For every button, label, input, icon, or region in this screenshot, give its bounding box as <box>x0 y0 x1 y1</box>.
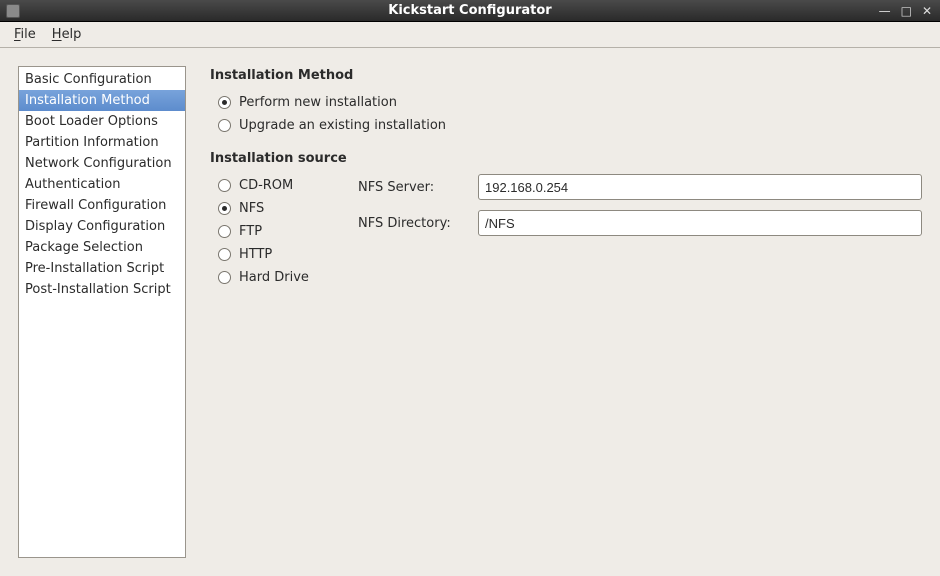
maximize-button[interactable]: □ <box>901 4 912 18</box>
sidebar-item-display-configuration[interactable]: Display Configuration <box>19 216 185 237</box>
radio-new-install[interactable] <box>218 96 231 109</box>
nfs-directory-label: NFS Directory: <box>358 216 468 231</box>
radio-row-http[interactable]: HTTP <box>218 243 328 266</box>
menu-help[interactable]: Help <box>46 25 88 44</box>
section-installation-method-title: Installation Method <box>210 68 922 83</box>
radio-upgrade-label: Upgrade an existing installation <box>239 118 446 133</box>
radio-ftp[interactable] <box>218 225 231 238</box>
sidebar-item-post-installation-script[interactable]: Post-Installation Script <box>19 279 185 300</box>
radio-row-cdrom[interactable]: CD-ROM <box>218 174 328 197</box>
radio-row-new-install[interactable]: Perform new installation <box>210 91 922 114</box>
section-installation-source-title: Installation source <box>210 151 922 166</box>
radio-row-upgrade[interactable]: Upgrade an existing installation <box>210 114 922 137</box>
sidebar-item-authentication[interactable]: Authentication <box>19 174 185 195</box>
nfs-server-label: NFS Server: <box>358 180 468 195</box>
radio-row-nfs[interactable]: NFS <box>218 197 328 220</box>
main-panel: Installation Method Perform new installa… <box>210 66 922 558</box>
window-title: Kickstart Configurator <box>0 3 940 18</box>
radio-row-hdd[interactable]: Hard Drive <box>218 266 328 289</box>
sidebar-item-package-selection[interactable]: Package Selection <box>19 237 185 258</box>
radio-cdrom[interactable] <box>218 179 231 192</box>
sidebar-item-installation-method[interactable]: Installation Method <box>19 90 185 111</box>
radio-hdd[interactable] <box>218 271 231 284</box>
radio-nfs-label: NFS <box>239 201 264 216</box>
radio-cdrom-label: CD-ROM <box>239 178 293 193</box>
radio-http[interactable] <box>218 248 231 261</box>
app-icon <box>6 4 20 18</box>
radio-row-ftp[interactable]: FTP <box>218 220 328 243</box>
sidebar-item-boot-loader-options[interactable]: Boot Loader Options <box>19 111 185 132</box>
menu-bar: File Help <box>0 22 940 48</box>
nfs-directory-input[interactable] <box>478 210 922 236</box>
content-area: Basic Configuration Installation Method … <box>0 48 940 576</box>
radio-upgrade[interactable] <box>218 119 231 132</box>
sidebar: Basic Configuration Installation Method … <box>18 66 186 558</box>
radio-new-install-label: Perform new installation <box>239 95 397 110</box>
sidebar-item-partition-information[interactable]: Partition Information <box>19 132 185 153</box>
sidebar-item-firewall-configuration[interactable]: Firewall Configuration <box>19 195 185 216</box>
minimize-button[interactable]: — <box>879 4 891 18</box>
radio-nfs[interactable] <box>218 202 231 215</box>
radio-http-label: HTTP <box>239 247 272 262</box>
window-titlebar: Kickstart Configurator — □ ✕ <box>0 0 940 22</box>
radio-ftp-label: FTP <box>239 224 262 239</box>
menu-file[interactable]: File <box>8 25 42 44</box>
nfs-server-input[interactable] <box>478 174 922 200</box>
sidebar-item-basic-configuration[interactable]: Basic Configuration <box>19 69 185 90</box>
close-button[interactable]: ✕ <box>922 4 932 18</box>
sidebar-item-network-configuration[interactable]: Network Configuration <box>19 153 185 174</box>
sidebar-item-pre-installation-script[interactable]: Pre-Installation Script <box>19 258 185 279</box>
radio-hdd-label: Hard Drive <box>239 270 309 285</box>
